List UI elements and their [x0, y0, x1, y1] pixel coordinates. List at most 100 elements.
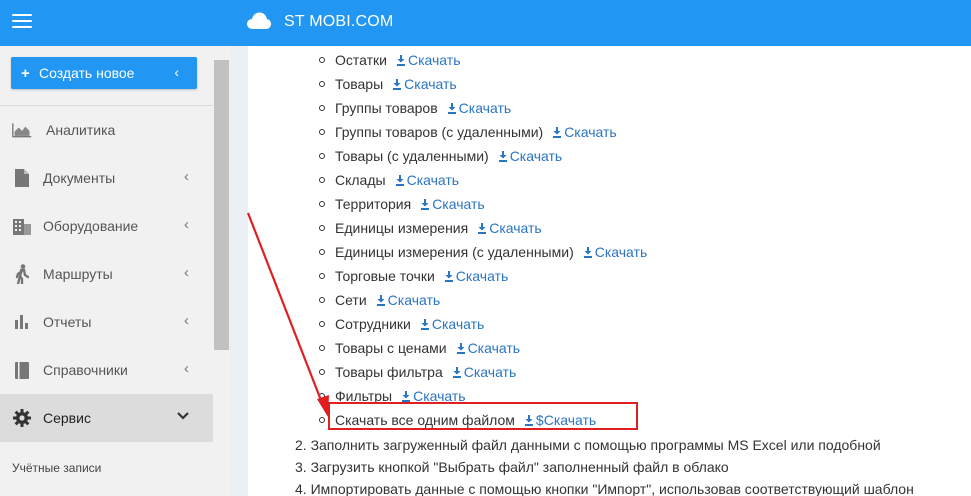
download-link[interactable]: Скачать: [447, 100, 511, 116]
sidebar-item-label: Маршруты: [43, 266, 113, 282]
list-item: Сети Скачать: [319, 288, 971, 312]
bullet-icon: [319, 81, 325, 87]
step-2: 2. Заполнить загруженный файл данными с …: [295, 437, 881, 453]
download-icon: [456, 342, 465, 354]
download-link[interactable]: Скачать: [452, 364, 516, 380]
download-link[interactable]: Скачать: [498, 148, 563, 164]
sidebar-scrollbar-thumb[interactable]: [214, 60, 229, 350]
cloud-icon: [247, 12, 271, 30]
sidebar-item-routes[interactable]: Маршруты ‹: [0, 250, 213, 298]
bullet-icon: [319, 177, 325, 183]
file-name: Группы товаров: [335, 100, 438, 116]
file-name: Единицы измерения: [335, 220, 469, 236]
download-link-label: Скачать: [387, 292, 441, 308]
download-link-label: Скачать: [489, 220, 542, 236]
step-3: 3. Загрузить кнопкой "Выбрать файл" запо…: [295, 459, 729, 475]
download-link-label: Скачать: [455, 268, 509, 284]
download-icon: [395, 174, 404, 186]
bullet-icon: [319, 417, 325, 423]
create-new-button[interactable]: + Создать новое ‹: [11, 57, 197, 89]
download-link[interactable]: Скачать: [456, 340, 520, 356]
file-name: Торговые точки: [335, 268, 435, 284]
list-item: Склады Скачать: [319, 168, 971, 192]
book-icon: [12, 360, 32, 380]
sidebar-item-equipment[interactable]: Оборудование ‹: [0, 202, 213, 250]
list-item: Территория Скачать: [319, 192, 971, 216]
chevron-left-icon: ‹: [184, 312, 189, 329]
list-item: Торговые точки Скачать: [319, 264, 971, 288]
bullet-icon: [319, 201, 325, 207]
bullet-icon: [319, 57, 325, 63]
menu-icon[interactable]: [12, 14, 32, 30]
download-link-label: Скачать: [509, 148, 563, 164]
download-icon: [478, 222, 487, 234]
list-item: Товары Скачать: [319, 72, 971, 96]
download-icon: [553, 126, 562, 138]
top-bar: ST MOBI.COM: [230, 0, 971, 46]
file-name: Сотрудники: [335, 316, 411, 332]
create-new-label: Создать новое: [39, 65, 135, 81]
highlight-box: [328, 402, 638, 430]
download-link[interactable]: Скачать: [395, 172, 460, 188]
file-name: Товары фильтра: [335, 364, 443, 380]
download-link[interactable]: Скачать: [553, 124, 617, 140]
download-link[interactable]: Скачать: [396, 52, 461, 68]
sidebar-item-label: Отчеты: [43, 314, 92, 330]
sidebar-item-documents[interactable]: Документы ‹: [0, 154, 213, 202]
file-name: Товары с ценами: [335, 340, 447, 356]
file-name: Единицы измерения (с удаленными): [335, 244, 574, 260]
download-link[interactable]: Скачать: [421, 196, 485, 212]
walking-icon: [12, 264, 32, 284]
download-link-label: Скачать: [431, 316, 485, 332]
download-icon: [452, 366, 461, 378]
list-item: Товары с ценами Скачать: [319, 336, 971, 360]
file-name: Группы товаров (с удаленными): [335, 124, 544, 140]
download-link[interactable]: Скачать: [583, 244, 647, 260]
list-item: Группы товаров (с удаленными) Скачать: [319, 120, 971, 144]
bullet-icon: [319, 273, 325, 279]
chevron-down-icon: [177, 404, 189, 425]
list-item: Единицы измерения (с удаленными) Скачать: [319, 240, 971, 264]
sidebar-nav: Аналитика Документы ‹ Оборудование ‹ Мар…: [0, 106, 213, 475]
bullet-icon: [319, 393, 325, 399]
download-link-label: Скачать: [407, 52, 461, 68]
download-icon: [396, 54, 405, 66]
download-link-label: Скачать: [564, 124, 617, 140]
bar-chart-icon: [12, 312, 32, 332]
sidebar-item-reports[interactable]: Отчеты ‹: [0, 298, 213, 346]
file-list: Остатки Скачать Товары Скачать Группы товаро…: [248, 46, 971, 432]
download-link-label: Скачать: [406, 172, 460, 188]
sidebar-item-label: Сервис: [43, 410, 91, 426]
download-link[interactable]: Скачать: [420, 316, 485, 332]
sidebar-item-references[interactable]: Справочники ‹: [0, 346, 213, 394]
list-item: Сотрудники Скачать: [319, 312, 971, 336]
sidebar: + Создать новое ‹ Аналитика Документы ‹ …: [0, 0, 230, 496]
download-link[interactable]: Скачать: [393, 76, 457, 92]
download-link[interactable]: Скачать: [376, 292, 441, 308]
bullet-icon: [319, 249, 325, 255]
gear-icon: [12, 408, 32, 428]
download-icon: [376, 294, 385, 306]
chart-area-icon: [12, 120, 32, 140]
sidebar-item-analytics[interactable]: Аналитика: [0, 106, 213, 154]
sidebar-subitem-accounts[interactable]: Учётные записи: [0, 442, 213, 475]
list-item: Товары (с удаленными) Скачать: [319, 144, 971, 168]
chevron-left-icon[interactable]: ‹: [174, 64, 179, 80]
sidebar-item-service[interactable]: Сервис: [0, 394, 213, 442]
bullet-icon: [319, 321, 325, 327]
chevron-left-icon: ‹: [184, 264, 189, 281]
bullet-icon: [319, 129, 325, 135]
list-item: Остатки Скачать: [319, 48, 971, 72]
steps-list: 2. Заполнить загруженный файл данными с …: [248, 434, 971, 496]
download-link[interactable]: Скачать: [444, 268, 509, 284]
step-4: 4. Импортировать данные с помощью кнопки…: [295, 481, 914, 496]
sidebar-item-label: Аналитика: [46, 122, 116, 138]
file-name: Территория: [335, 196, 412, 212]
sidebar-item-label: Справочники: [43, 362, 128, 378]
bullet-icon: [319, 105, 325, 111]
bullet-icon: [319, 225, 325, 231]
download-icon: [498, 150, 507, 162]
download-link[interactable]: Скачать: [478, 220, 542, 236]
create-wrap: + Создать новое ‹: [0, 46, 213, 106]
file-name: Товары: [335, 76, 384, 92]
